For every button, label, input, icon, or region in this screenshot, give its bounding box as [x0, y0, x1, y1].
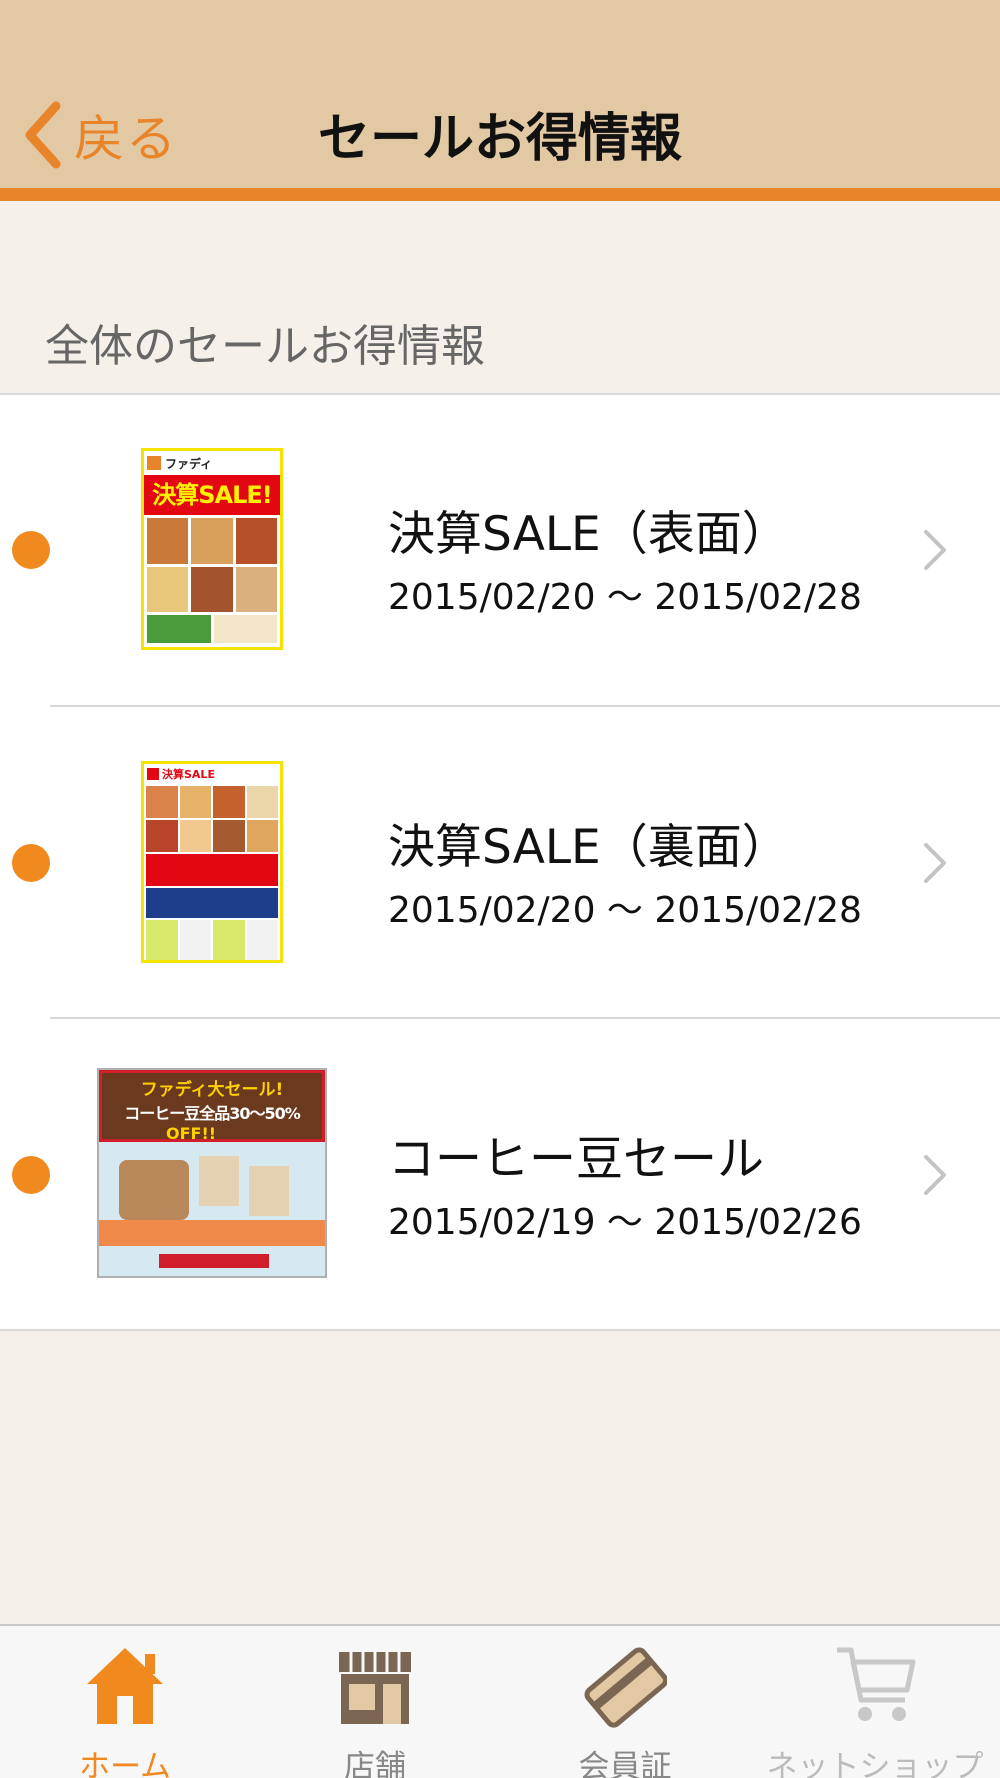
thumbnail-line-2: コーヒー豆全品30〜50% — [124, 1104, 301, 1123]
thumbnail-line-1: ファディ大セール! — [140, 1080, 284, 1100]
sale-thumbnail: ファディ大セール! コーヒー豆全品30〜50% OFF!! — [97, 1068, 327, 1278]
brand-logo-icon — [147, 768, 159, 780]
sale-list: ファディ 決算SALE! 決算SALE（表面） 2015/02/20 〜 201… — [0, 393, 1000, 1331]
sale-thumbnail: ファディ 決算SALE! — [141, 448, 283, 650]
sale-date-range: 2015/02/20 〜 2015/02/28 — [388, 890, 862, 931]
tab-label: ホーム — [78, 1749, 172, 1778]
chevron-right-icon — [922, 1153, 948, 1201]
tab-label: ネットショップ — [766, 1749, 984, 1778]
unread-dot-icon — [12, 531, 50, 569]
sale-title: コーヒー豆セール — [388, 1132, 764, 1187]
navigation-bar-accent-line — [0, 188, 1000, 201]
cart-icon — [837, 1647, 916, 1721]
sale-list-item[interactable]: 決算SALE 決算SALE（裏面） 2015/02/20 〜 2015/02/2… — [0, 707, 1000, 1019]
chevron-right-icon — [922, 841, 948, 889]
page-title: セールお得情報 — [317, 109, 682, 169]
thumbnail-headline: 決算SALE! — [144, 475, 280, 515]
tab-bar: ホーム 店舗 会員証 ネットショップ — [0, 1624, 1000, 1778]
tab-label: 会員証 — [578, 1749, 672, 1778]
member-card-icon — [584, 1647, 667, 1728]
tab-store[interactable]: 店舗 — [250, 1626, 500, 1778]
sale-date-range: 2015/02/19 〜 2015/02/26 — [388, 1202, 862, 1243]
sale-thumbnail: 決算SALE — [141, 761, 283, 963]
brand-logo-icon — [147, 456, 161, 470]
store-icon — [339, 1652, 411, 1724]
sale-title: 決算SALE（裏面） — [388, 820, 789, 875]
tab-net-shop[interactable]: ネットショップ — [750, 1626, 1000, 1778]
tab-member-card[interactable]: 会員証 — [500, 1626, 750, 1778]
sale-list-item[interactable]: ファディ大セール! コーヒー豆全品30〜50% OFF!! コーヒー豆セール 2… — [0, 1019, 1000, 1331]
sale-list-item[interactable]: ファディ 決算SALE! 決算SALE（表面） 2015/02/20 〜 201… — [0, 395, 1000, 707]
tab-home[interactable]: ホーム — [0, 1626, 250, 1778]
chevron-right-icon — [922, 528, 948, 576]
section-header: 全体のセールお得情報 — [45, 321, 485, 372]
home-icon — [87, 1648, 163, 1724]
sale-title: 決算SALE（表面） — [388, 507, 789, 562]
unread-dot-icon — [12, 1156, 50, 1194]
thumbnail-brand: ファディ — [165, 456, 213, 471]
unread-dot-icon — [12, 844, 50, 882]
thumbnail-brand: 決算SALE — [162, 768, 215, 781]
sale-date-range: 2015/02/20 〜 2015/02/28 — [388, 577, 862, 618]
thumbnail-line-3: OFF!! — [166, 1124, 217, 1143]
tab-label: 店舗 — [344, 1749, 406, 1778]
